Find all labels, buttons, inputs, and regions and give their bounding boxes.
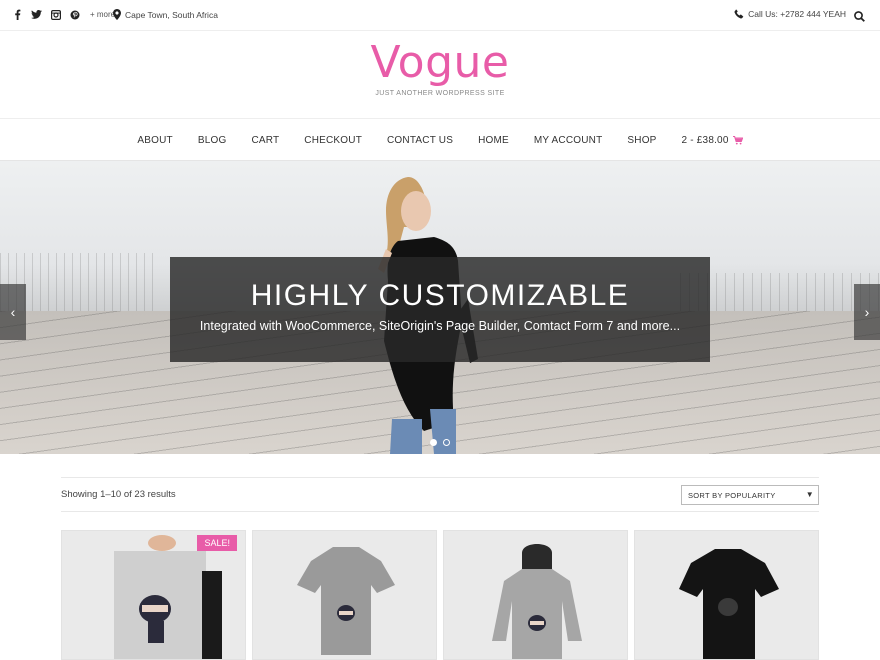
- nav-item-contact-us[interactable]: CONTACT US: [387, 135, 453, 146]
- slider-next-button[interactable]: ›: [854, 284, 880, 340]
- hero-title: HIGHLY CUSTOMIZABLE: [250, 279, 630, 312]
- more-social-link[interactable]: + more: [90, 10, 115, 19]
- slider-dot[interactable]: [430, 439, 437, 446]
- nav-item-blog[interactable]: BLOG: [198, 135, 227, 146]
- hero-caption: HIGHLY CUSTOMIZABLE Integrated with WooC…: [170, 257, 710, 362]
- twitter-icon[interactable]: [31, 9, 42, 20]
- location: Cape Town, South Africa: [113, 9, 218, 20]
- nav-item-checkout[interactable]: CHECKOUT: [304, 135, 362, 146]
- top-bar: + more Cape Town, South Africa Call Us: …: [0, 0, 880, 31]
- sort-select[interactable]: SORT BY POPULARITY ▼: [681, 485, 819, 505]
- shopping-cart-icon: [732, 135, 743, 144]
- phone-text: Call Us: +2782 444 YEAH: [748, 9, 846, 19]
- map-pin-icon: [113, 9, 121, 20]
- background-railing-right: [680, 273, 880, 313]
- product-image: [297, 547, 395, 655]
- cart-total-text: 2 - £38.00: [681, 134, 729, 146]
- slider-dot[interactable]: [443, 439, 450, 446]
- slider-pagination: [430, 439, 450, 446]
- chevron-left-icon: ‹: [10, 304, 16, 320]
- shop-toolbar: Showing 1–10 of 23 results SORT BY POPUL…: [61, 477, 819, 512]
- instagram-icon[interactable]: [50, 9, 61, 20]
- main-navigation: ABOUT BLOG CART CHECKOUT CONTACT US HOME…: [0, 118, 880, 161]
- product-card[interactable]: SALE!: [61, 530, 246, 660]
- site-branding: Vogue JUST ANOTHER WORDPRESS SITE: [0, 38, 880, 98]
- product-card[interactable]: [252, 530, 437, 660]
- phone-contact: Call Us: +2782 444 YEAH: [734, 9, 846, 19]
- nav-item-my-account[interactable]: MY ACCOUNT: [534, 135, 603, 146]
- search-icon[interactable]: [854, 9, 866, 22]
- nav-item-cart[interactable]: CART: [251, 135, 279, 146]
- nav-item-shop[interactable]: SHOP: [627, 135, 656, 146]
- nav-item-about[interactable]: ABOUT: [137, 135, 172, 146]
- hero-slider: HIGHLY CUSTOMIZABLE Integrated with WooC…: [0, 161, 880, 454]
- nav-item-home[interactable]: HOME: [478, 135, 509, 146]
- site-tagline: JUST ANOTHER WORDPRESS SITE: [375, 90, 505, 97]
- chevron-right-icon: ›: [864, 304, 870, 320]
- nav-cart-total[interactable]: 2 - £38.00: [682, 135, 743, 146]
- social-links: + more: [12, 9, 115, 20]
- result-count: Showing 1–10 of 23 results: [61, 489, 176, 500]
- product-image: [492, 544, 582, 659]
- hero-subtitle: Integrated with WooCommerce, SiteOrigin'…: [199, 319, 681, 333]
- sort-selected-value: SORT BY POPULARITY: [688, 491, 776, 500]
- location-text: Cape Town, South Africa: [125, 9, 218, 20]
- product-image: [679, 549, 779, 659]
- product-grid: SALE!: [61, 530, 819, 660]
- facebook-icon[interactable]: [12, 9, 23, 20]
- sale-badge: SALE!: [197, 535, 237, 551]
- pinterest-icon[interactable]: [69, 9, 80, 20]
- product-card[interactable]: [634, 530, 819, 660]
- site-logo[interactable]: Vogue: [0, 38, 880, 88]
- slider-prev-button[interactable]: ‹: [0, 284, 26, 340]
- product-card[interactable]: [443, 530, 628, 660]
- dropdown-caret-icon: ▼: [805, 490, 814, 499]
- phone-icon: [734, 9, 744, 19]
